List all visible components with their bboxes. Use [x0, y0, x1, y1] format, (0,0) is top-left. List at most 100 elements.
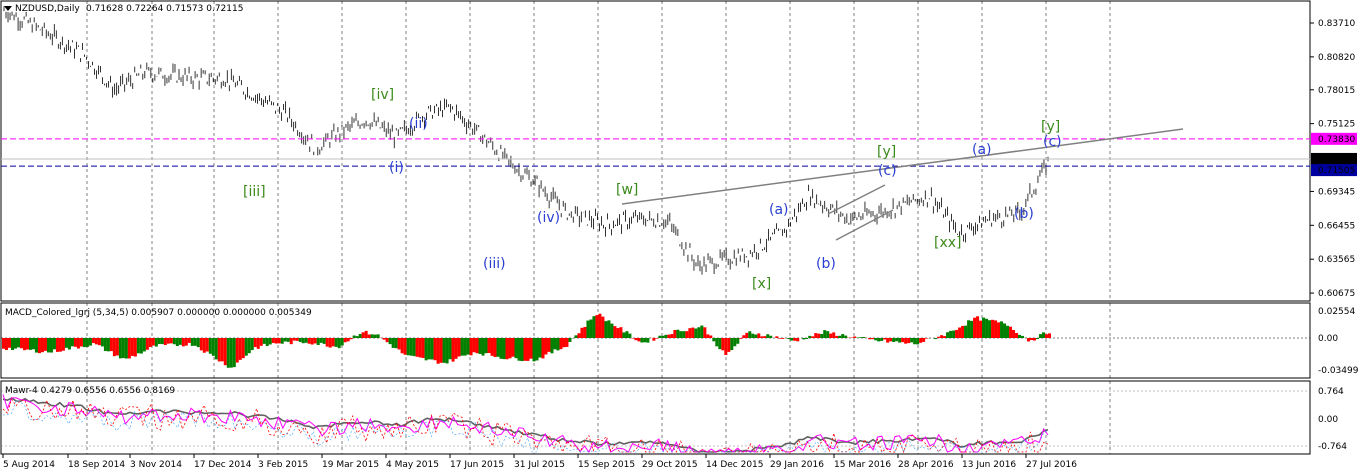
- macd-bar: [727, 338, 731, 352]
- macd-bar: [910, 338, 914, 343]
- macd-bar: [718, 338, 722, 350]
- macd-bar: [181, 338, 185, 347]
- ohlc-readout: 0.71628 0.72264 0.71573 0.72115: [86, 4, 243, 14]
- macd-bar: [343, 338, 347, 343]
- macd-bar: [79, 338, 83, 347]
- time-label: 3 Feb 2015: [258, 460, 308, 470]
- macd-bar: [1021, 335, 1025, 338]
- macd-bar: [247, 338, 251, 354]
- macd-bar: [820, 333, 824, 338]
- macd-bar: [667, 334, 671, 338]
- macd-bar: [262, 338, 266, 344]
- macd-bar: [604, 321, 608, 338]
- macd-bar: [34, 338, 38, 353]
- macd-bar: [730, 338, 734, 351]
- macd-bar: [352, 335, 356, 338]
- macd-bar: [205, 338, 209, 352]
- macd-bar: [400, 338, 404, 354]
- macd-bar: [874, 338, 878, 341]
- trading-chart[interactable]: 0.73830 0.721150.71505 [iv] [iii] [w] [x] [y] […: [0, 0, 1358, 475]
- macd-bar: [484, 338, 488, 354]
- time-label: 31 Jul 2015: [514, 460, 565, 470]
- macd-bar: [757, 333, 761, 338]
- mawr-axis-label: 0.764: [1318, 387, 1344, 397]
- macd-bar: [49, 338, 53, 353]
- macd-bar: [208, 338, 212, 354]
- macd-bar: [217, 338, 221, 362]
- main-panel[interactable]: [0, 0, 1311, 302]
- wave-label-blue: (ii): [409, 116, 428, 132]
- macd-bar: [478, 338, 482, 354]
- macd-bar: [592, 316, 596, 338]
- macd-bar: [877, 338, 881, 342]
- macd-bar: [637, 338, 641, 342]
- macd-bar: [310, 338, 314, 345]
- macd-bar: [394, 338, 398, 349]
- macd-bar: [844, 335, 848, 338]
- macd-bar: [952, 330, 956, 338]
- wave-label-blue: (iii): [483, 256, 506, 272]
- macd-bar: [661, 335, 665, 338]
- macd-bar: [1018, 334, 1022, 338]
- macd-bar: [280, 338, 284, 344]
- macd-bar: [544, 338, 548, 355]
- wave-label-green: [y]: [877, 144, 896, 160]
- macd-bar: [502, 338, 506, 360]
- macd-bar: [142, 338, 146, 352]
- macd-bar: [2, 338, 5, 349]
- macd-bar: [805, 338, 809, 339]
- macd-bar: [301, 338, 305, 344]
- macd-bar: [232, 338, 236, 368]
- macd-bar: [583, 326, 587, 338]
- macd-bar: [994, 320, 998, 338]
- macd-bar: [46, 338, 50, 353]
- macd-bar: [700, 325, 704, 338]
- macd-bar: [511, 338, 515, 357]
- macd-bar: [721, 338, 725, 351]
- macd-bar: [550, 338, 554, 354]
- macd-bar: [985, 318, 989, 338]
- macd-bar: [166, 338, 170, 344]
- macd-bar: [337, 338, 341, 349]
- price-label: 0.78015: [1318, 86, 1355, 96]
- macd-bar: [199, 338, 203, 351]
- time-label: 18 Sep 2014: [68, 460, 125, 470]
- macd-bar: [169, 338, 173, 344]
- macd-bar: [76, 338, 80, 349]
- macd-bar: [1033, 338, 1037, 341]
- macd-bar: [451, 338, 455, 362]
- macd-bar: [265, 338, 269, 346]
- macd-bar: [883, 338, 887, 340]
- macd-bar: [157, 338, 161, 345]
- macd-bar: [982, 317, 986, 338]
- macd-bar: [28, 338, 32, 350]
- macd-bar: [790, 338, 794, 341]
- macd-bar: [634, 338, 638, 341]
- macd-bar: [691, 327, 695, 338]
- macd-bar: [508, 338, 512, 359]
- macd-bar: [766, 334, 770, 338]
- macd-bar: [652, 338, 656, 341]
- macd-bar: [862, 336, 866, 338]
- macd-bar: [358, 333, 362, 338]
- price-label: 0.80820: [1318, 53, 1355, 63]
- macd-bar: [364, 330, 368, 338]
- macd-bar: [82, 338, 86, 348]
- macd-bar: [193, 338, 197, 346]
- macd-bar: [418, 338, 422, 358]
- macd-bar: [25, 338, 29, 350]
- macd-bar: [73, 338, 77, 347]
- macd-bar: [283, 338, 287, 342]
- macd-bar: [349, 338, 353, 340]
- macd-bar: [244, 338, 248, 356]
- macd-bar: [274, 338, 278, 344]
- time-label: 17 Dec 2014: [194, 460, 252, 470]
- macd-bar: [133, 338, 137, 357]
- macd-bar: [406, 338, 410, 356]
- macd-bar: [13, 338, 17, 349]
- time-label: 3 Nov 2014: [130, 460, 182, 470]
- macd-bar: [184, 338, 188, 346]
- macd-bar: [355, 336, 359, 338]
- macd-bar: [268, 338, 272, 345]
- macd-bar: [154, 338, 158, 347]
